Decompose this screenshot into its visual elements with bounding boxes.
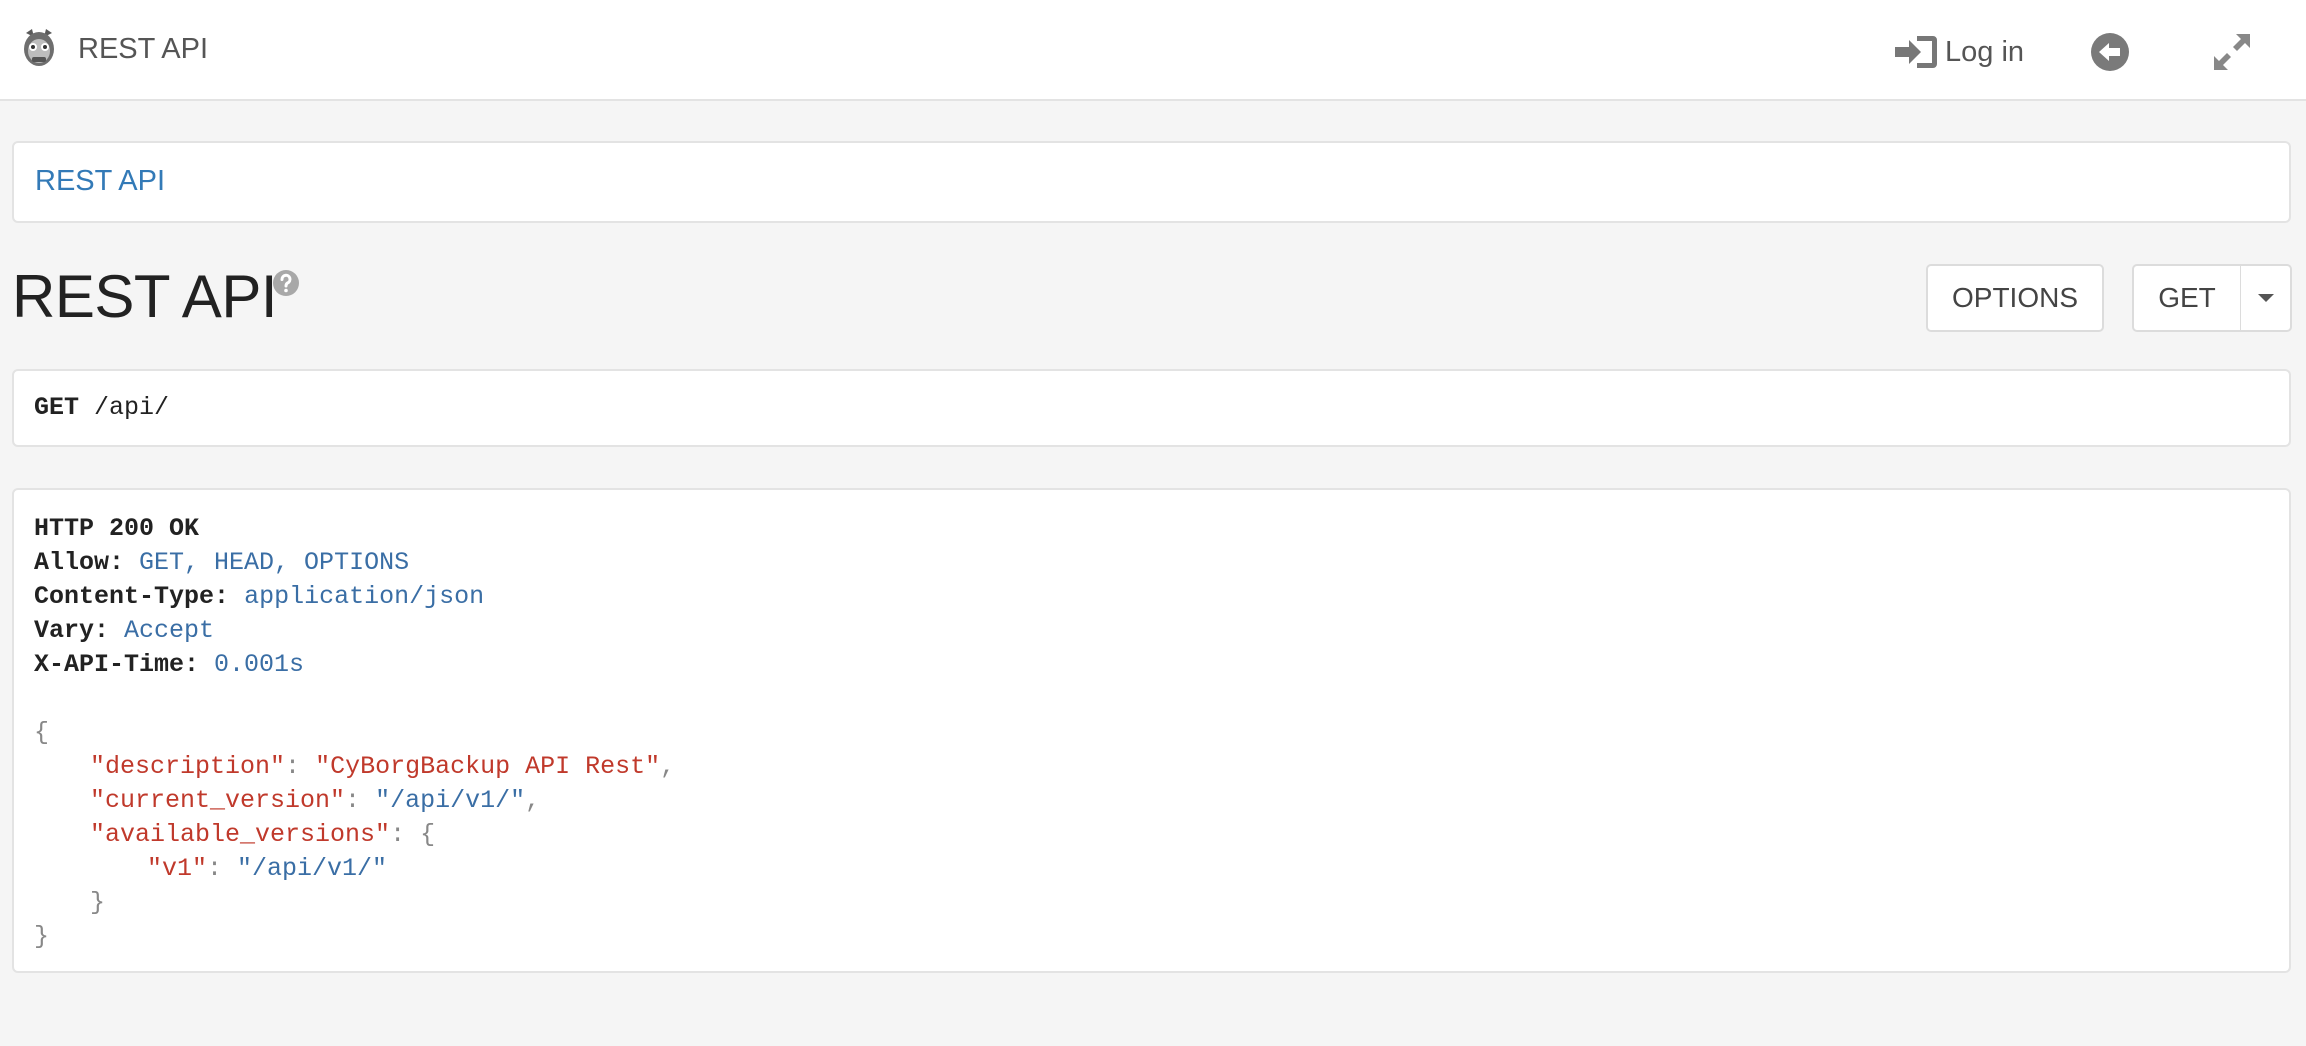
- v1-link[interactable]: "/api/v1/": [237, 854, 387, 883]
- caret-down-icon: [2257, 294, 2274, 302]
- request-path: /api/: [94, 393, 170, 422]
- login-label: Log in: [1945, 35, 2025, 68]
- response-header-content-type: Content-Type: application/json: [34, 582, 485, 611]
- expand-arrows-icon[interactable]: [2210, 30, 2254, 74]
- get-dropdown-toggle[interactable]: [2240, 264, 2292, 332]
- login-link[interactable]: Log in: [1893, 30, 2024, 74]
- arrow-circle-left-icon[interactable]: [2090, 32, 2130, 72]
- brand-link[interactable]: REST API: [20, 26, 208, 72]
- response-status: HTTP 200 OK: [34, 514, 200, 543]
- breadcrumb: REST API: [12, 141, 2291, 223]
- current-version-link[interactable]: "/api/v1/": [375, 786, 525, 815]
- json-close-brace: }: [34, 922, 50, 951]
- request-method: GET: [34, 393, 80, 422]
- json-line-v1: "v1": "/api/v1/": [147, 854, 388, 883]
- json-line-available-versions: "available_versions": {: [90, 820, 436, 849]
- options-button[interactable]: OPTIONS: [1926, 264, 2104, 332]
- response-header-api-time: X-API-Time: 0.001s: [34, 650, 305, 679]
- response-spacer: [34, 682, 2289, 716]
- sign-in-icon: [1895, 36, 1937, 68]
- json-inner-close-brace: }: [90, 888, 106, 917]
- cyborg-logo-icon: [24, 29, 54, 66]
- response-info: HTTP 200 OK Allow: GET, HEAD, OPTIONS Co…: [12, 488, 2291, 973]
- question-circle-icon[interactable]: [272, 269, 300, 297]
- response-header-allow: Allow: GET, HEAD, OPTIONS: [34, 548, 410, 577]
- top-navbar: REST API Log in: [0, 0, 2306, 101]
- json-open-brace: {: [34, 718, 50, 747]
- json-line-description: "description": "CyBorgBackup API Rest",: [90, 752, 676, 781]
- response-header-vary: Vary: Accept: [34, 616, 215, 645]
- request-info: GET /api/: [12, 369, 2291, 447]
- get-button[interactable]: GET: [2132, 264, 2242, 332]
- json-line-current-version: "current_version": "/api/v1/",: [90, 786, 541, 815]
- page-title: REST API: [12, 263, 278, 330]
- brand-title: REST API: [78, 32, 209, 65]
- breadcrumb-item-rest-api[interactable]: REST API: [35, 165, 165, 198]
